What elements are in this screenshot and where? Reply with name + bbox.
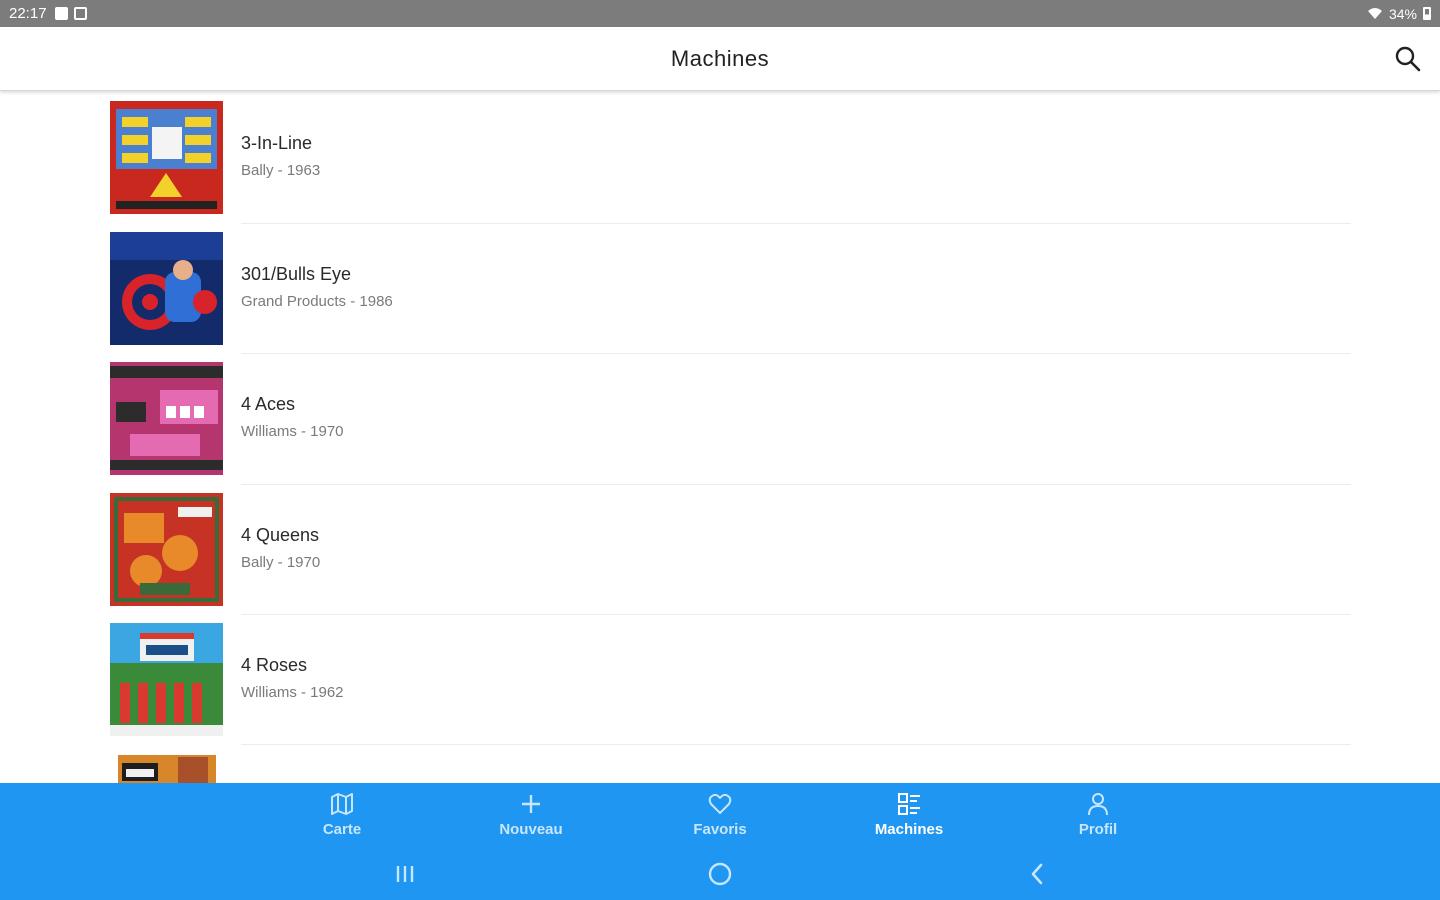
home-icon bbox=[708, 862, 732, 886]
profile-icon bbox=[1088, 793, 1108, 816]
machine-name: 4 Queens bbox=[241, 525, 320, 545]
battery-icon bbox=[1423, 7, 1431, 20]
map-icon bbox=[331, 793, 353, 815]
nav-item-machines[interactable]: Machines bbox=[849, 791, 969, 838]
machines-icon bbox=[898, 793, 920, 815]
nav-item-nouveau[interactable]: Nouveau bbox=[471, 791, 591, 838]
machine-meta: Williams - 1962 bbox=[241, 684, 344, 701]
status-time: 22:17 bbox=[9, 5, 47, 22]
image-notification-icon bbox=[54, 7, 68, 20]
page-title: Machines bbox=[670, 45, 770, 71]
back-icon bbox=[1031, 863, 1043, 885]
search-button[interactable] bbox=[1394, 45, 1422, 73]
machine-name: 301/Bulls Eye bbox=[241, 264, 352, 284]
machine-meta: Grand Products - 1986 bbox=[241, 293, 393, 310]
divider bbox=[241, 353, 1351, 354]
nav-label-profil: Profil bbox=[1078, 821, 1118, 838]
machine-name: 4 Roses bbox=[241, 655, 308, 675]
list-item[interactable]: 301/Bulls Eye Grand Products - 1986 bbox=[0, 232, 1440, 362]
nav-item-carte[interactable]: Carte bbox=[282, 791, 402, 838]
nav-label-machines: Machines bbox=[874, 821, 944, 838]
list-item[interactable]: 4 Roses Williams - 1962 bbox=[0, 623, 1440, 753]
nav-item-favoris[interactable]: Favoris bbox=[660, 791, 780, 838]
recent-apps-button[interactable] bbox=[390, 860, 420, 888]
divider bbox=[241, 484, 1351, 485]
nav-item-profil[interactable]: Profil bbox=[1038, 791, 1158, 838]
search-icon bbox=[1395, 46, 1421, 72]
divider bbox=[241, 223, 1351, 224]
battery-percent: 34% bbox=[1388, 5, 1417, 22]
plus-icon bbox=[522, 795, 540, 813]
machine-list[interactable]: 3-In-Line Bally - 1963 301/Bulls Eye Gra… bbox=[0, 92, 1440, 783]
heart-icon bbox=[708, 793, 732, 814]
list-item[interactable]: 3-In-Line Bally - 1963 bbox=[0, 101, 1440, 231]
machine-name: 4 Aces bbox=[241, 394, 296, 414]
machine-thumbnail bbox=[110, 362, 223, 475]
screenshot-notification-icon bbox=[73, 7, 87, 20]
nav-label-favoris: Favoris bbox=[693, 821, 747, 838]
bottom-navigation: Carte Nouveau Favoris Machines Profil bbox=[0, 783, 1440, 900]
status-bar: 22:17 34% bbox=[0, 0, 1440, 27]
machine-meta: Bally - 1970 bbox=[241, 554, 321, 571]
recent-apps-icon bbox=[396, 866, 414, 882]
back-button[interactable] bbox=[1022, 860, 1052, 888]
divider bbox=[241, 614, 1351, 615]
machine-thumbnail bbox=[110, 232, 223, 345]
machine-name: 3-In-Line bbox=[241, 133, 313, 153]
list-item-partial[interactable] bbox=[0, 755, 1440, 783]
machine-meta: Williams - 1970 bbox=[241, 423, 344, 440]
home-button[interactable] bbox=[705, 860, 735, 888]
nav-label-nouveau: Nouveau bbox=[499, 821, 563, 838]
machine-thumbnail bbox=[110, 623, 223, 736]
machine-thumbnail bbox=[110, 101, 223, 214]
divider bbox=[241, 744, 1351, 745]
list-item[interactable]: 4 Aces Williams - 1970 bbox=[0, 362, 1440, 492]
app-bar: Machines bbox=[0, 27, 1440, 91]
machine-thumbnail bbox=[110, 493, 223, 606]
wifi-icon bbox=[1367, 8, 1382, 19]
list-item[interactable]: 4 Queens Bally - 1970 bbox=[0, 493, 1440, 623]
machine-thumbnail bbox=[118, 755, 216, 783]
nav-label-carte: Carte bbox=[322, 821, 362, 838]
machine-meta: Bally - 1963 bbox=[241, 162, 321, 179]
